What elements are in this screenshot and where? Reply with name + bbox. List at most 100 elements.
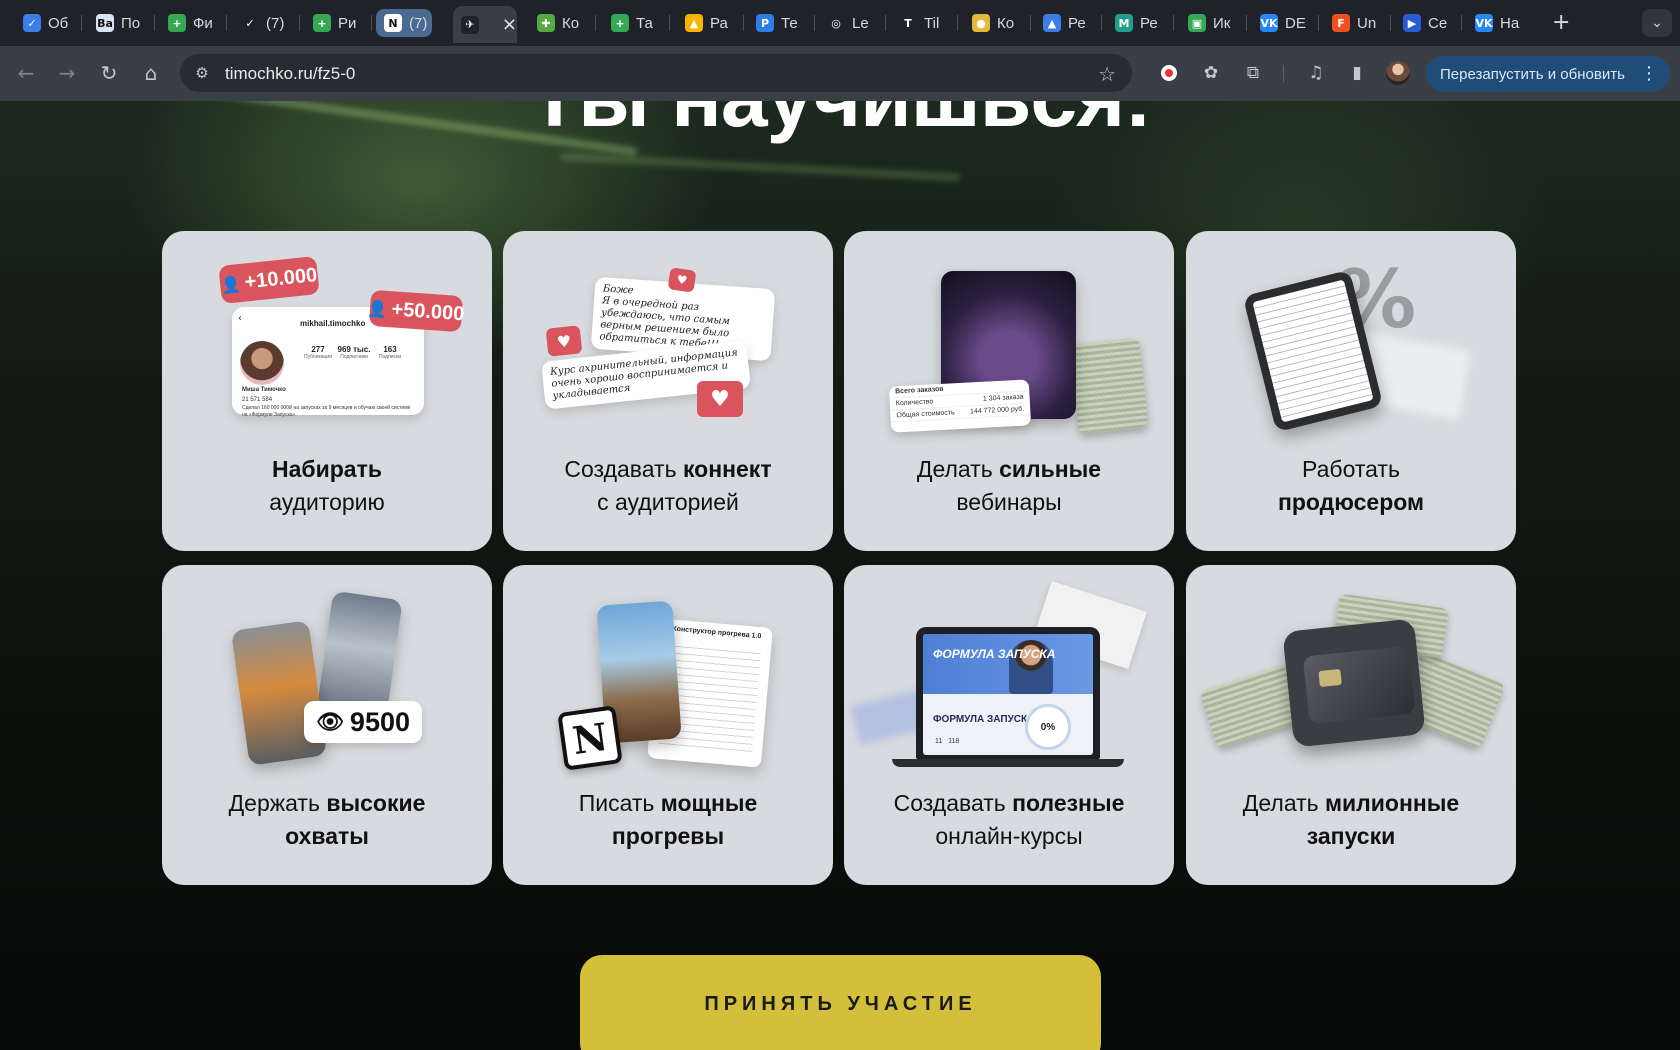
browser-tab[interactable]: + Та xyxy=(603,9,659,37)
reload-icon[interactable]: ↻ xyxy=(95,59,123,87)
browser-tab[interactable]: ✓ (7) xyxy=(233,9,289,37)
back-chevron-icon: ‹ xyxy=(238,313,242,324)
card-caption: Делать милионные запуски xyxy=(1242,790,1460,849)
relaunch-label: Перезапустить и обновить xyxy=(1440,65,1625,83)
tab-favicon-icon: P xyxy=(756,14,774,32)
credit-card xyxy=(1302,645,1416,725)
url-text[interactable]: timochko.ru/fz5-0 xyxy=(225,64,355,84)
page-content: Ты научишься: ‹ mikhail.timochko 277Публ… xyxy=(0,101,1680,1050)
forward-icon[interactable]: → xyxy=(53,59,81,87)
tab-title: Ре xyxy=(1140,14,1158,32)
tab-favicon-icon: ▶ xyxy=(1403,14,1421,32)
tab-title: Се xyxy=(1428,14,1448,32)
browser-tab[interactable]: M Ре xyxy=(1107,9,1163,37)
join-button[interactable]: ПРИНЯТЬ УЧАСТИЕ xyxy=(580,955,1101,1050)
person-icon: 👤 xyxy=(219,273,242,295)
card-illustration: Боже Я в очередной раз убеждаюсь, что са… xyxy=(503,231,833,441)
tab-favicon-icon: + xyxy=(313,14,331,32)
tab-title: DE xyxy=(1285,14,1306,32)
browser-tab[interactable]: P Те xyxy=(748,9,804,37)
tab-favicon-icon: ✈ xyxy=(461,15,479,34)
followers-badge-50000: 👤 +50.000 xyxy=(367,289,465,333)
heart-icon: ♥ xyxy=(667,267,697,293)
extensions-puzzle-icon[interactable]: ⧉ xyxy=(1240,60,1266,86)
browser-tab[interactable]: ▲ Ра xyxy=(677,9,733,37)
extension-icon[interactable]: ✿ xyxy=(1198,60,1224,86)
profile-avatar[interactable] xyxy=(1385,60,1411,86)
relaunch-update-button[interactable]: Перезапустить и обновить ⋮ xyxy=(1426,56,1670,92)
bookmark-star-icon[interactable]: ☆ xyxy=(1098,62,1116,86)
side-panel-icon[interactable]: ▮ xyxy=(1344,60,1370,86)
site-info-icon[interactable]: ⚙ xyxy=(192,63,212,83)
followers-badge-10000: 👤 +10.000 xyxy=(218,255,320,305)
card-illustration: Конструктор прогрева 1.0 N xyxy=(503,565,833,775)
browser-tab[interactable]: VK На xyxy=(1467,9,1523,37)
skill-card-connection: Боже Я в очередной раз убеждаюсь, что са… xyxy=(503,231,833,551)
tab-bar: ✓ Об Ba По + Фи ✓ (7) + Ри N (7) ✈ × ✚ Ко + Та ▲ Ра P Те ◎ Le T T… xyxy=(0,0,1680,46)
notion-logo-icon: N xyxy=(557,705,623,771)
card-caption: Держать высокие охваты xyxy=(228,790,426,849)
close-tab-icon[interactable]: × xyxy=(502,14,517,35)
browser-tab[interactable]: ✚ Ко xyxy=(529,9,585,37)
media-controls-icon[interactable]: ♫ xyxy=(1303,60,1329,86)
browser-tab[interactable]: ▣ Ик xyxy=(1180,9,1236,37)
browser-toolbar: ← → ↻ ⌂ ⚙ timochko.ru/fz5-0 ☆ ✿ ⧉ ♫ ▮ Пе… xyxy=(0,46,1680,101)
tab-favicon-icon: ▲ xyxy=(685,14,703,32)
address-bar[interactable]: ⚙ timochko.ru/fz5-0 ☆ xyxy=(180,54,1132,92)
browser-tab[interactable]: ✈ × xyxy=(453,6,517,43)
browser-tab[interactable]: T Til xyxy=(891,9,947,37)
views-counter: 👁 9500 xyxy=(304,701,422,743)
tab-title: На xyxy=(1500,14,1520,32)
new-tab-icon[interactable]: + xyxy=(1552,10,1570,36)
skill-card-audience: ‹ mikhail.timochko 277 Публикации 969 тыс… xyxy=(162,231,492,551)
tab-favicon-icon: T xyxy=(899,14,917,32)
record-extension-icon[interactable] xyxy=(1156,60,1182,86)
section-heading: Ты научишься: xyxy=(0,101,1680,146)
browser-tab[interactable]: ▶ Се xyxy=(1395,9,1451,37)
card-caption: Работать продюсером xyxy=(1277,456,1425,515)
browser-tab[interactable]: ● Ко xyxy=(964,9,1020,37)
money-stack xyxy=(1069,337,1149,435)
tab-favicon-icon: ✓ xyxy=(23,14,41,32)
tab-title: Те xyxy=(781,14,798,32)
stories-phone xyxy=(230,620,328,766)
tab-title: Ко xyxy=(562,14,580,32)
card-illustration: 👁 9500 xyxy=(162,565,492,775)
menu-icon[interactable]: ⋮ xyxy=(1640,63,1658,84)
eye-icon: 👁 xyxy=(315,709,344,735)
tab-title: Фи xyxy=(193,14,213,32)
back-icon[interactable]: ← xyxy=(12,59,40,87)
tab-title: Ра xyxy=(710,14,728,32)
card-caption: Набирать аудиторию xyxy=(269,456,385,515)
browser-tab[interactable]: Ba По xyxy=(88,9,144,37)
orders-stats: Всего заказов Количество 1 304 заказа Общ… xyxy=(888,379,1032,433)
skill-card-courses: ФОРМУЛА ЗАПУСКА ФОРМУЛА ЗАПУСКА 11 118 0… xyxy=(844,565,1174,885)
tab-favicon-icon: ✚ xyxy=(537,14,555,32)
tab-title: По xyxy=(121,14,141,32)
browser-tab[interactable]: + Фи xyxy=(160,9,216,37)
browser-tab[interactable]: + Ри xyxy=(305,9,361,37)
browser-tab[interactable]: ▲ Ре xyxy=(1035,9,1091,37)
browser-tab[interactable]: ✓ Об xyxy=(15,9,71,37)
browser-tab[interactable]: VK DE xyxy=(1252,9,1308,37)
card-caption: Делать сильные вебинары xyxy=(916,456,1102,515)
browser-tab[interactable]: N (7) xyxy=(376,9,432,37)
tab-search-chevron-icon[interactable]: ⌄ xyxy=(1642,9,1672,37)
tab-title: (7) xyxy=(409,14,428,32)
skill-card-reach: 👁 9500 Держать высокие охваты xyxy=(162,565,492,885)
tab-favicon-icon: ▣ xyxy=(1188,14,1206,32)
card-illustration xyxy=(1186,565,1516,775)
tab-favicon-icon: VK xyxy=(1260,14,1278,32)
tab-title: Ре xyxy=(1068,14,1086,32)
laptop-course-mockup: ФОРМУЛА ЗАПУСКА ФОРМУЛА ЗАПУСКА 11 118 0… xyxy=(916,627,1100,759)
browser-tab[interactable]: ◎ Le xyxy=(819,9,875,37)
tab-title: Ри xyxy=(338,14,357,32)
home-icon[interactable]: ⌂ xyxy=(137,59,165,87)
card-caption: Создавать коннект с аудиторией xyxy=(564,456,772,515)
tab-favicon-icon: ◎ xyxy=(827,14,845,32)
avatar xyxy=(240,341,284,385)
tab-favicon-icon: ▲ xyxy=(1043,14,1061,32)
tab-title: Un xyxy=(1357,14,1377,32)
tab-title: (7) xyxy=(266,14,285,32)
browser-tab[interactable]: F Un xyxy=(1324,9,1380,37)
